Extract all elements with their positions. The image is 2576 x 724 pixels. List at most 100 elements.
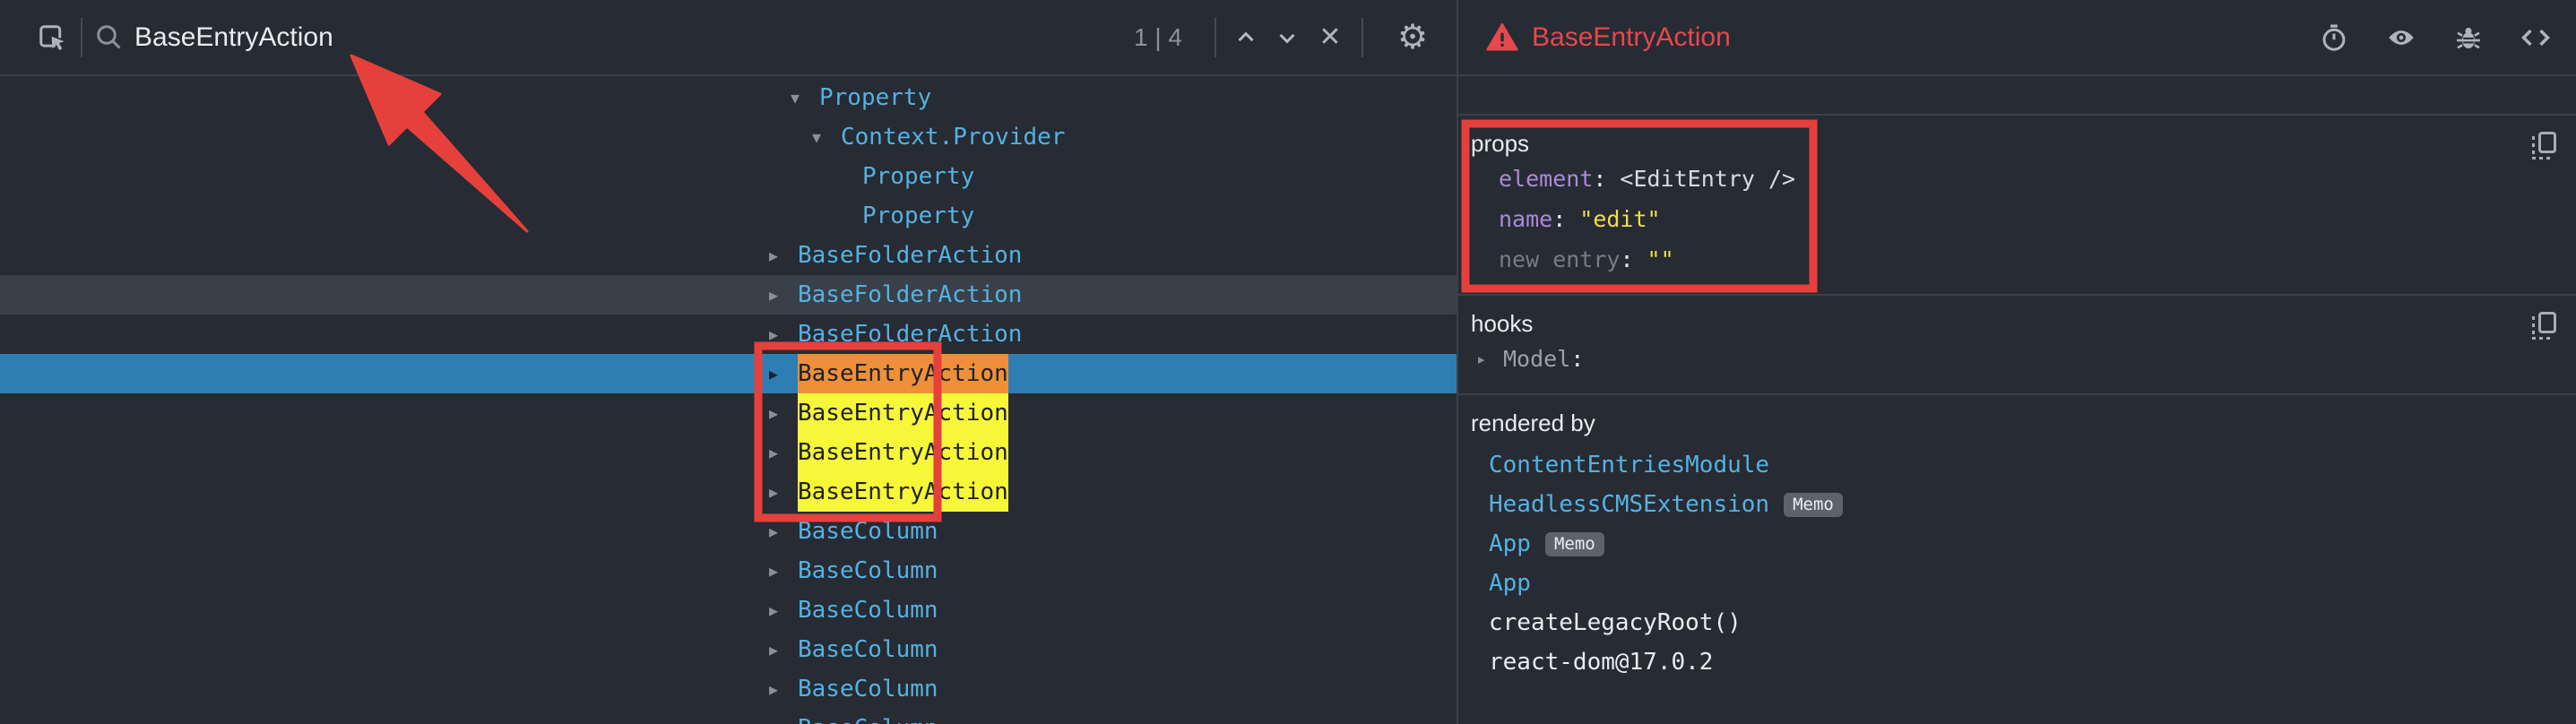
copy-icon[interactable] (2532, 312, 2556, 340)
inspect-element-button[interactable] (32, 19, 72, 56)
owner-link[interactable]: App (1489, 570, 1531, 597)
component-name: Property (862, 196, 974, 236)
tree-row-property[interactable]: ▾Property (0, 78, 1457, 117)
chevron-down-icon (1274, 24, 1301, 51)
collapsed-arrow-icon[interactable]: ▸ (769, 442, 798, 464)
expanded-arrow-icon[interactable]: ▾ (812, 126, 841, 149)
component-name: BaseFolderAction (798, 236, 1022, 275)
search-input[interactable] (134, 22, 1127, 53)
component-name: BaseColumn (798, 512, 938, 551)
tree-row-baseentryaction[interactable]: ▸BaseEntryAction (0, 354, 1457, 393)
owner-link[interactable]: App (1489, 530, 1531, 557)
props-section: props element:<EditEntry />name:"edit"ne… (1458, 116, 2576, 296)
clear-search-button[interactable]: ✕ (1308, 22, 1353, 53)
tree-row-context-provider[interactable]: ▾Context.Provider (0, 117, 1457, 157)
inspected-component-title: BaseEntryAction (1532, 22, 1731, 53)
tree-toolbar: 1 | 4 ✕ ⚙ (0, 0, 1457, 76)
prop-row-name[interactable]: name:"edit" (1471, 199, 2576, 239)
toolbar-separator (1215, 18, 1216, 57)
collapsed-arrow-icon[interactable]: ▸ (769, 639, 798, 661)
component-name: BaseEntryAction (798, 433, 1008, 472)
stopwatch-icon[interactable] (2318, 22, 2350, 54)
tree-row-property[interactable]: Property (0, 196, 1457, 236)
tree-row-baseentryaction[interactable]: ▸BaseEntryAction (0, 393, 1457, 433)
rendered-by-item: App (1471, 564, 2576, 603)
collapsed-arrow-icon[interactable]: ▸ (769, 718, 798, 724)
collapsed-arrow-icon[interactable]: ▸ (769, 481, 798, 504)
rendered-by-item: App Memo (1471, 524, 2576, 564)
prop-key: new entry (1499, 246, 1620, 272)
toolbar-separator (1361, 18, 1363, 57)
collapsed-arrow-icon[interactable]: ▸ (769, 363, 798, 385)
error-triangle-icon (1485, 21, 1519, 55)
copy-icon[interactable] (2532, 132, 2556, 159)
collapsed-arrow-icon[interactable]: ▸ (1476, 349, 1503, 369)
tree-row-basecolumn[interactable]: ▸BaseColumn (0, 590, 1457, 630)
prop-separator: : (1552, 206, 1566, 232)
component-name: BaseEntryAction (798, 354, 1008, 393)
collapsed-arrow-icon[interactable]: ▸ (769, 284, 798, 306)
memo-badge: Memo (1545, 532, 1604, 556)
header-spacer-band (1458, 76, 2576, 116)
inspected-element-panel: BaseEntryAction (1457, 0, 2576, 724)
eye-icon[interactable] (2384, 21, 2418, 55)
tree-row-basecolumn[interactable]: ▸BaseColumn (0, 551, 1457, 590)
collapsed-arrow-icon[interactable]: ▸ (769, 323, 798, 346)
bug-icon[interactable] (2452, 22, 2485, 54)
tree-row-basecolumn[interactable]: ▸BaseColumn (0, 669, 1457, 709)
tree-row-basefolderaction[interactable]: ▸BaseFolderAction (0, 275, 1457, 315)
prop-row-new-entry[interactable]: new entry:"" (1471, 239, 2576, 280)
expanded-arrow-icon[interactable]: ▾ (791, 87, 819, 109)
rendered-by-item: react-dom@17.0.2 (1471, 642, 2576, 682)
next-match-button[interactable] (1266, 24, 1308, 51)
tree-row-baseentryaction[interactable]: ▸BaseEntryAction (0, 433, 1457, 472)
tree-row-basecolumn[interactable]: ▸BaseColumn (0, 709, 1457, 724)
tree-row-basefolderaction[interactable]: ▸BaseFolderAction (0, 236, 1457, 275)
inspected-element-header: BaseEntryAction (1458, 0, 2576, 76)
view-source-code-icon[interactable] (2519, 21, 2553, 55)
hook-name: Model (1503, 346, 1570, 372)
memo-badge: Memo (1784, 493, 1843, 517)
props-list: element:<EditEntry />name:"edit"new entr… (1471, 159, 2576, 280)
hook-item-model[interactable]: ▸ Model : (1471, 339, 2576, 379)
prop-value: "edit" (1579, 206, 1660, 232)
rendered-by-item: HeadlessCMSExtension Memo (1471, 485, 2576, 524)
toolbar-separator (81, 18, 82, 57)
component-name: Property (819, 78, 931, 117)
owner-link[interactable]: ContentEntriesModule (1489, 452, 1769, 478)
component-name: BaseFolderAction (798, 275, 1022, 315)
tree-row-baseentryaction[interactable]: ▸BaseEntryAction (0, 472, 1457, 512)
collapsed-arrow-icon[interactable]: ▸ (769, 402, 798, 425)
rendered-by-section-label: rendered by (1471, 408, 2576, 438)
hooks-section-label: hooks (1471, 308, 2576, 339)
component-name: BaseFolderAction (798, 315, 1022, 354)
owner-label: createLegacyRoot() (1489, 609, 1742, 636)
chevron-up-icon (1232, 24, 1259, 51)
collapsed-arrow-icon[interactable]: ▸ (769, 521, 798, 543)
search-result-count: 1 | 4 (1134, 23, 1182, 52)
settings-gear-icon[interactable]: ⚙ (1388, 17, 1437, 57)
collapsed-arrow-icon[interactable]: ▸ (769, 678, 798, 701)
prop-value: <EditEntry /> (1620, 166, 1795, 192)
component-name: BaseColumn (798, 709, 938, 724)
react-devtools-components-panel: 1 | 4 ✕ ⚙ ▾Property▾Context.ProviderProp… (0, 0, 2576, 724)
tree-row-property[interactable]: Property (0, 157, 1457, 196)
tree-row-basefolderaction[interactable]: ▸BaseFolderAction (0, 315, 1457, 354)
collapsed-arrow-icon[interactable]: ▸ (769, 245, 798, 267)
prop-separator: : (1593, 166, 1606, 192)
owner-link[interactable]: HeadlessCMSExtension (1489, 491, 1769, 518)
owner-label: react-dom@17.0.2 (1489, 649, 1713, 676)
component-name: BaseColumn (798, 630, 938, 669)
component-name: BaseEntryAction (798, 393, 1008, 433)
components-tree-panel: 1 | 4 ✕ ⚙ ▾Property▾Context.ProviderProp… (0, 0, 1457, 724)
tree-row-basecolumn[interactable]: ▸BaseColumn (0, 512, 1457, 551)
collapsed-arrow-icon[interactable]: ▸ (769, 599, 798, 622)
collapsed-arrow-icon[interactable]: ▸ (769, 560, 798, 582)
tree-row-basecolumn[interactable]: ▸BaseColumn (0, 630, 1457, 669)
previous-match-button[interactable] (1225, 24, 1266, 51)
prop-value: "" (1647, 246, 1674, 272)
component-name: BaseEntryAction (798, 472, 1008, 512)
prop-row-element[interactable]: element:<EditEntry /> (1471, 159, 2576, 199)
rendered-by-item: createLegacyRoot() (1471, 603, 2576, 642)
component-name: BaseColumn (798, 669, 938, 709)
